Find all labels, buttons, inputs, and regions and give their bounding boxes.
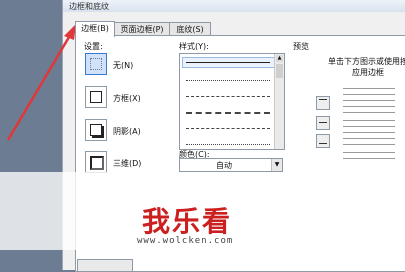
tab-borders[interactable]: 边框(B) <box>75 21 115 37</box>
red-arrow-annotation <box>6 24 76 141</box>
